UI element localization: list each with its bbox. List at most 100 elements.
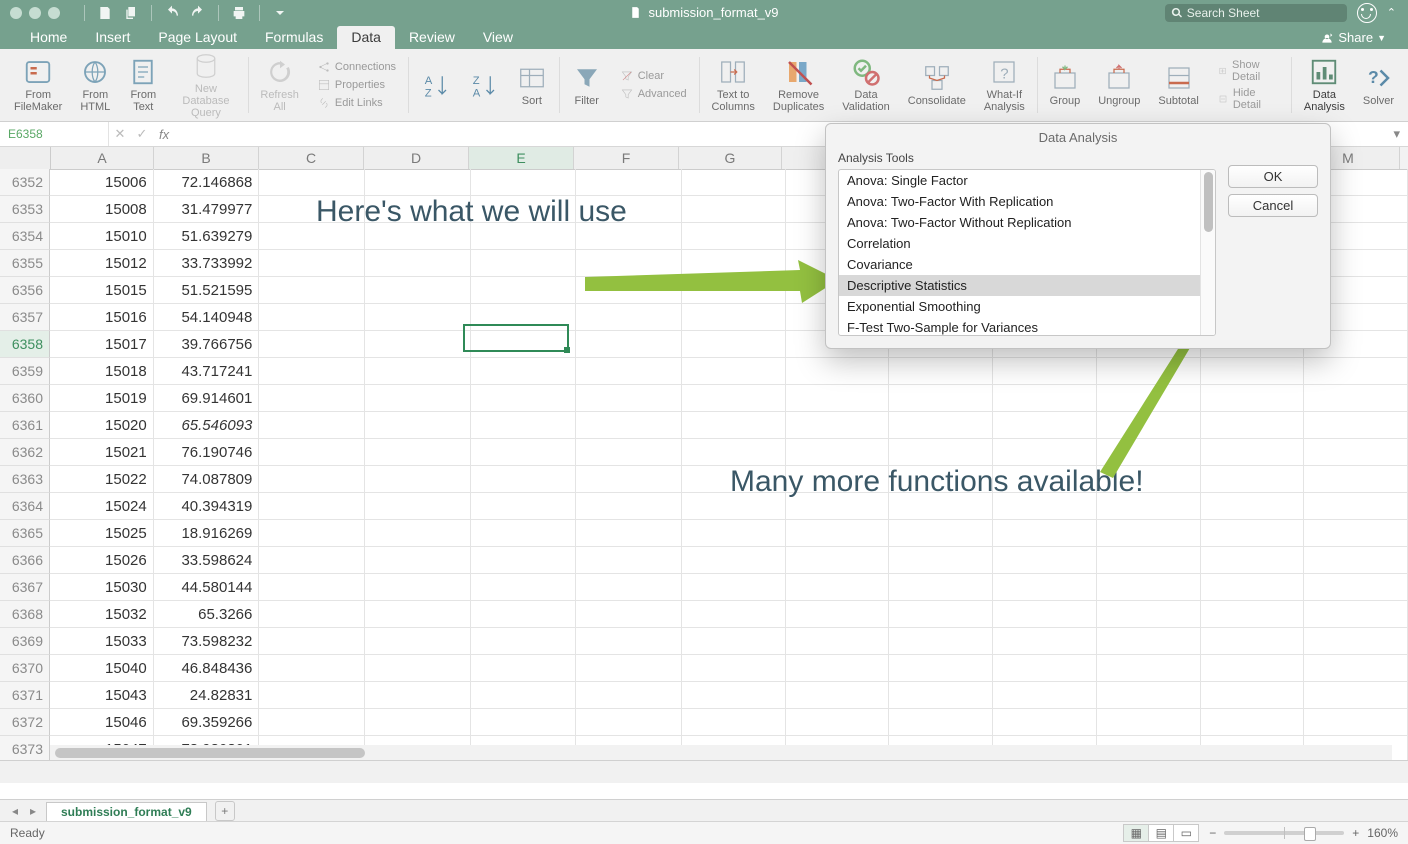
cell[interactable] [682, 466, 786, 492]
remove-duplicates-button[interactable]: RemoveDuplicates [767, 57, 830, 113]
analysis-tool-item[interactable]: Exponential Smoothing [839, 296, 1215, 317]
cell[interactable] [471, 574, 577, 600]
cell[interactable] [576, 277, 682, 303]
cell[interactable] [259, 358, 365, 384]
cell[interactable] [1097, 385, 1201, 411]
cell[interactable] [1097, 520, 1201, 546]
cell[interactable]: 15021 [50, 439, 154, 465]
cell[interactable]: 15012 [50, 250, 154, 276]
cell[interactable] [576, 520, 682, 546]
cell[interactable] [471, 601, 577, 627]
cell[interactable] [889, 601, 993, 627]
expand-formula-bar-icon[interactable]: ▾ [1393, 126, 1400, 142]
cell[interactable]: 31.479977 [154, 196, 260, 222]
consolidate-button[interactable]: Consolidate [902, 63, 972, 107]
cell[interactable]: 43.717241 [154, 358, 260, 384]
tab-data[interactable]: Data [337, 26, 395, 49]
cell[interactable] [1304, 547, 1408, 573]
accept-formula-icon[interactable]: ✓ [131, 126, 153, 142]
cell[interactable]: 69.914601 [154, 385, 260, 411]
cell[interactable] [682, 709, 786, 735]
cell[interactable] [889, 358, 993, 384]
cancel-formula-icon[interactable]: ✕ [109, 126, 131, 142]
analysis-tool-item[interactable]: Descriptive Statistics [839, 275, 1215, 296]
subtotal-button[interactable]: Subtotal [1152, 63, 1204, 107]
cell[interactable] [576, 169, 682, 195]
cell[interactable]: 15018 [50, 358, 154, 384]
undo-icon[interactable] [162, 3, 182, 23]
cell[interactable] [1201, 520, 1305, 546]
cell[interactable] [259, 709, 365, 735]
duplicate-icon[interactable] [121, 3, 141, 23]
cell[interactable] [576, 223, 682, 249]
cell[interactable] [1097, 601, 1201, 627]
cell[interactable] [259, 439, 365, 465]
row-header[interactable]: 6369 [0, 628, 50, 655]
row-header[interactable]: 6368 [0, 601, 50, 628]
row-header[interactable]: 6360 [0, 385, 50, 412]
cell[interactable] [365, 385, 471, 411]
cell[interactable] [786, 412, 890, 438]
ungroup-button[interactable]: Ungroup [1092, 63, 1146, 107]
cell[interactable] [471, 655, 577, 681]
cell[interactable] [786, 655, 890, 681]
cell[interactable] [786, 385, 890, 411]
cell[interactable] [786, 709, 890, 735]
cell[interactable] [786, 574, 890, 600]
cell[interactable] [1304, 520, 1408, 546]
cell[interactable] [1201, 439, 1305, 465]
cell[interactable] [576, 196, 682, 222]
cell[interactable] [682, 601, 786, 627]
minimize-window-icon[interactable] [29, 7, 41, 19]
row-header[interactable]: 6364 [0, 493, 50, 520]
cell[interactable] [1201, 493, 1305, 519]
cell[interactable]: 15024 [50, 493, 154, 519]
edit-links-button[interactable]: Edit Links [315, 95, 385, 111]
cell[interactable] [682, 277, 786, 303]
cell[interactable] [682, 493, 786, 519]
cell[interactable] [993, 682, 1097, 708]
row-header[interactable]: 6370 [0, 655, 50, 682]
tab-review[interactable]: Review [395, 26, 469, 49]
cell[interactable] [993, 709, 1097, 735]
solver-button[interactable]: ?Solver [1357, 63, 1400, 107]
cell[interactable] [993, 520, 1097, 546]
cell[interactable] [259, 169, 365, 195]
cell[interactable]: 69.359266 [154, 709, 260, 735]
cell[interactable] [365, 250, 471, 276]
cell[interactable] [365, 493, 471, 519]
connections-button[interactable]: Connections [315, 59, 398, 75]
cell[interactable] [889, 439, 993, 465]
cell[interactable] [365, 547, 471, 573]
sheet-nav-last-icon[interactable]: ▸ [24, 804, 42, 818]
cell[interactable]: 15032 [50, 601, 154, 627]
cell[interactable]: 15010 [50, 223, 154, 249]
cell[interactable] [259, 196, 365, 222]
sheet-nav-first-icon[interactable]: ◂ [6, 804, 24, 818]
cell[interactable] [471, 682, 577, 708]
cell[interactable] [1304, 385, 1408, 411]
cell[interactable] [259, 574, 365, 600]
cell[interactable] [1304, 682, 1408, 708]
cell[interactable]: 15043 [50, 682, 154, 708]
row-header[interactable]: 6357 [0, 304, 50, 331]
text-to-columns-button[interactable]: Text toColumns [705, 57, 760, 113]
analysis-tool-item[interactable]: F-Test Two-Sample for Variances [839, 317, 1215, 335]
cell[interactable] [682, 169, 786, 195]
zoom-window-icon[interactable] [48, 7, 60, 19]
dialog-scrollbar[interactable] [1200, 170, 1215, 335]
cell[interactable] [1304, 655, 1408, 681]
page-layout-view-icon[interactable]: ▤ [1148, 824, 1173, 842]
data-validation-button[interactable]: DataValidation [836, 57, 896, 113]
column-header[interactable]: C [259, 147, 364, 169]
cell[interactable]: 15020 [50, 412, 154, 438]
share-button[interactable]: Share ▼ [1320, 30, 1386, 49]
cell[interactable] [471, 547, 577, 573]
cell[interactable] [576, 385, 682, 411]
cell[interactable] [259, 250, 365, 276]
cell[interactable] [365, 466, 471, 492]
cell[interactable] [1201, 412, 1305, 438]
tab-formulas[interactable]: Formulas [251, 26, 337, 49]
cell[interactable] [682, 385, 786, 411]
cell[interactable] [682, 655, 786, 681]
